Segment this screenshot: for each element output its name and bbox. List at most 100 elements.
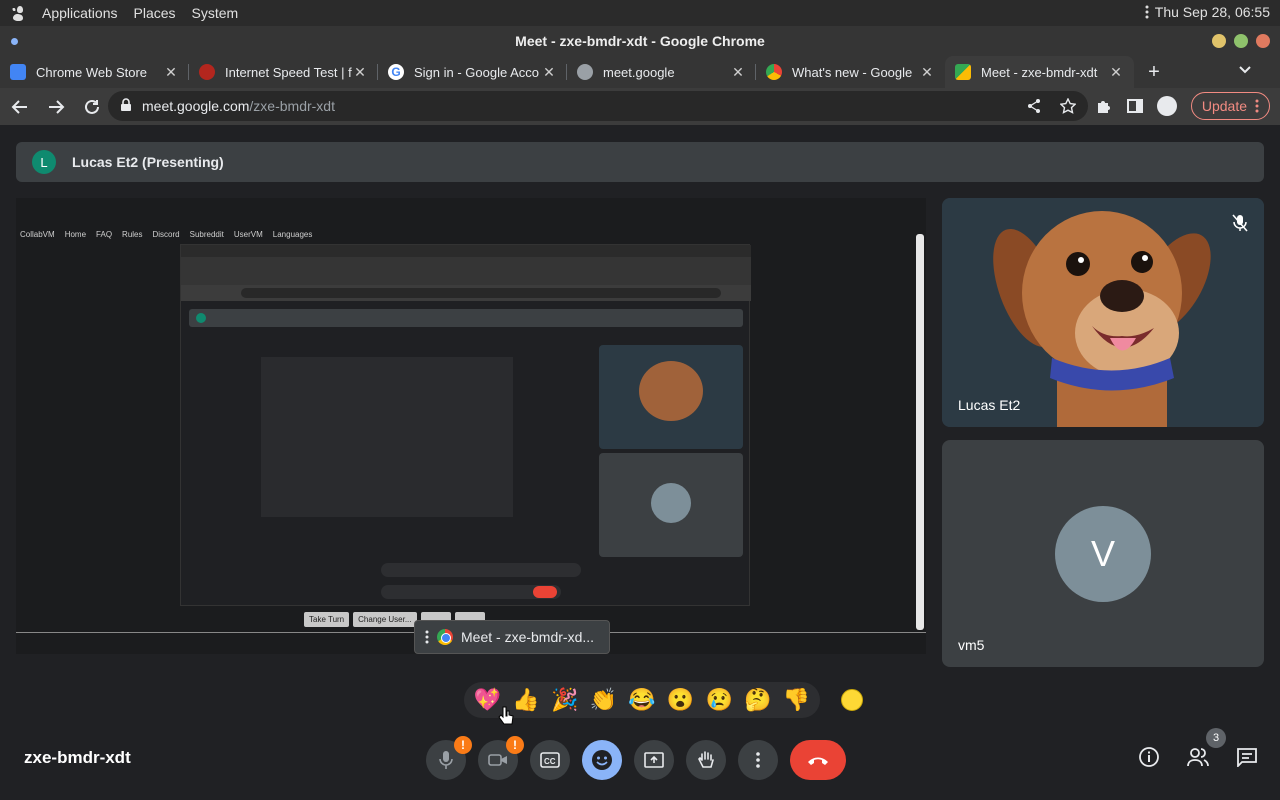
take-turn-button: Take Turn	[304, 612, 350, 627]
kebab-menu-icon	[1255, 99, 1259, 113]
tab-label: Sign in - Google Acco	[414, 64, 540, 80]
skin-tone-picker[interactable]	[841, 689, 863, 711]
arrow-left-icon	[11, 99, 27, 114]
reaction-thumbs-down[interactable]: 👎	[783, 687, 810, 713]
google-icon: G	[388, 64, 404, 80]
close-tab-icon[interactable]: ✕	[730, 64, 746, 81]
new-tab-button[interactable]: +	[1134, 56, 1174, 88]
grip-icon	[425, 630, 429, 644]
profile-avatar-icon[interactable]	[1156, 96, 1177, 116]
reaction-clapping[interactable]: 👏	[590, 687, 617, 713]
tab-meet-google[interactable]: meet.google ✕	[567, 56, 756, 88]
hand-cursor-icon	[498, 706, 514, 731]
forward-button[interactable]	[40, 91, 72, 123]
chrome-icon	[766, 64, 782, 80]
raise-hand-icon	[698, 751, 714, 768]
reaction-tears-of-joy[interactable]: 😂	[628, 687, 655, 713]
menu-places[interactable]: Places	[126, 5, 184, 21]
dog-avatar-image	[942, 198, 1264, 427]
meeting-side-controls	[1138, 746, 1258, 768]
change-user-button: Change User...	[353, 612, 417, 627]
closed-captions-icon: CC	[540, 752, 560, 768]
mic-button[interactable]: !	[426, 736, 472, 780]
close-tab-icon[interactable]: ✕	[163, 64, 179, 81]
tooltip-text: Meet - zxe-bmdr-xd...	[461, 629, 595, 645]
chat-icon[interactable]	[1236, 747, 1258, 767]
participant-tile-vm5[interactable]: V vm5	[942, 440, 1264, 667]
close-tab-icon[interactable]: ✕	[541, 64, 557, 81]
mic-warning-badge: !	[454, 736, 472, 754]
reaction-sparkling-heart[interactable]: 💖	[474, 687, 501, 713]
extensions-puzzle-icon[interactable]	[1095, 97, 1113, 115]
nav-item: Subreddit	[189, 230, 224, 239]
present-button[interactable]	[634, 740, 674, 780]
participant-name: vm5	[958, 637, 985, 653]
nav-item: Rules	[122, 230, 143, 239]
tab-speed-test[interactable]: Internet Speed Test | f ✕	[189, 56, 378, 88]
camera-button[interactable]: !	[478, 736, 524, 780]
kebab-vertical-icon	[756, 752, 760, 768]
participant-count-badge: 3	[1206, 728, 1226, 748]
maximize-button[interactable]	[1234, 34, 1248, 48]
reactions-button[interactable]	[582, 740, 622, 780]
captions-button[interactable]: CC	[530, 740, 570, 780]
reactions-bar: 💖 👍 🎉 👏 😂 😮 😢 🤔 👎	[464, 682, 820, 718]
share-icon[interactable]	[1026, 98, 1042, 114]
microphone-icon	[439, 751, 453, 769]
globe-icon	[577, 64, 593, 80]
update-label: Update	[1201, 98, 1247, 114]
window-title: Meet - zxe-bmdr-xdt - Google Chrome	[515, 33, 765, 49]
reaction-surprised[interactable]: 😮	[667, 687, 694, 713]
menu-applications[interactable]: Applications	[34, 5, 126, 21]
close-window-button[interactable]	[1256, 34, 1270, 48]
url-path: /zxe-bmdr-xdt	[249, 98, 335, 114]
meeting-details-info-icon[interactable]	[1138, 746, 1160, 768]
side-panel-icon[interactable]	[1126, 98, 1143, 114]
close-tab-icon[interactable]: ✕	[1108, 64, 1124, 81]
top-panel: Applications Places System Thu Sep 28, 0…	[0, 0, 1280, 26]
address-bar[interactable]: meet.google.com /zxe-bmdr-xdt	[108, 91, 1088, 121]
gnome-foot-icon[interactable]	[8, 2, 30, 24]
svg-text:CC: CC	[544, 757, 556, 766]
panel-clock[interactable]: Thu Sep 28, 06:55	[1145, 4, 1270, 20]
close-tab-icon[interactable]: ✕	[919, 64, 935, 81]
lock-icon[interactable]	[120, 97, 132, 115]
raise-hand-button[interactable]	[686, 740, 726, 780]
mic-off-icon	[1232, 214, 1248, 237]
presenter-banner-text: Lucas Et2 (Presenting)	[72, 154, 224, 170]
reload-button[interactable]	[76, 91, 108, 123]
window-preview-tooltip[interactable]: Meet - zxe-bmdr-xd...	[414, 620, 610, 654]
nav-item: CollabVM	[20, 230, 55, 239]
minimize-button[interactable]	[1212, 34, 1226, 48]
window-menu-dot-icon[interactable]	[11, 38, 18, 45]
back-button[interactable]	[4, 91, 36, 123]
participant-avatar: V	[1055, 506, 1151, 602]
leave-call-button[interactable]	[790, 740, 846, 780]
reaction-thumbs-up[interactable]: 👍	[512, 687, 539, 713]
tab-meet-active[interactable]: Meet - zxe-bmdr-xdt ✕	[945, 56, 1134, 88]
meet-icon	[955, 64, 971, 80]
nav-item: Discord	[152, 230, 180, 239]
tab-search-chevron-icon[interactable]	[1238, 62, 1252, 78]
update-button[interactable]: Update	[1190, 92, 1270, 120]
reaction-thinking[interactable]: 🤔	[744, 687, 771, 713]
chrome-web-store-icon	[10, 64, 26, 80]
shared-screen-nav: CollabVM Home FAQ Rules Discord Subreddi…	[20, 230, 312, 239]
tab-label: Internet Speed Test | f	[225, 64, 352, 80]
tab-sign-in[interactable]: G Sign in - Google Acco ✕	[378, 56, 567, 88]
reaction-crying[interactable]: 😢	[706, 687, 733, 713]
tab-whats-new[interactable]: What's new - Google ✕	[756, 56, 945, 88]
shared-screen[interactable]: CollabVM Home FAQ Rules Discord Subreddi…	[16, 198, 926, 654]
menu-system[interactable]: System	[184, 5, 247, 21]
nav-item: Home	[64, 230, 87, 239]
bookmark-star-icon[interactable]	[1060, 98, 1076, 114]
more-options-button[interactable]	[738, 740, 778, 780]
reaction-party-popper[interactable]: 🎉	[551, 687, 578, 713]
people-icon[interactable]	[1186, 746, 1210, 768]
presenting-banner[interactable]: L Lucas Et2 (Presenting)	[16, 142, 1264, 182]
close-tab-icon[interactable]: ✕	[352, 64, 368, 81]
camera-warning-badge: !	[506, 736, 524, 754]
participant-tile-lucas[interactable]: Lucas Et2	[942, 198, 1264, 427]
tab-chrome-web-store[interactable]: Chrome Web Store ✕	[0, 56, 189, 88]
tab-strip: Chrome Web Store ✕ Internet Speed Test |…	[0, 56, 1280, 88]
